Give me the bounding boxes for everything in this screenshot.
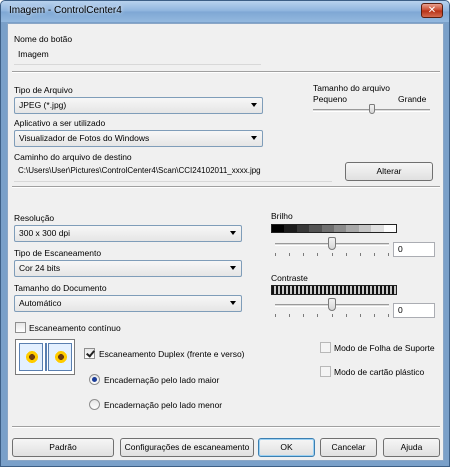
scan-type-select[interactable]: Cor 24 bits <box>14 260 242 277</box>
destination-path-field[interactable]: C:\Users\User\Pictures\ControlCenter4\Sc… <box>14 163 332 182</box>
file-size-thumb[interactable] <box>368 104 375 114</box>
plastic-card-checkbox[interactable] <box>320 366 331 377</box>
carrier-sheet-checkbox[interactable] <box>320 342 331 353</box>
chevron-down-icon <box>251 103 257 107</box>
application-label: Aplicativo a ser utilizado <box>14 118 106 128</box>
file-size-label: Tamanho do arquivo <box>313 83 391 93</box>
long-edge-label: Encadernação pelo lado maior <box>104 375 220 385</box>
separator-3 <box>12 426 440 428</box>
file-type-value: JPEG (*.jpg) <box>19 100 67 110</box>
resolution-value: 300 x 300 dpi <box>19 228 71 238</box>
contrast-label: Contraste <box>271 273 308 283</box>
brightness-slider[interactable] <box>271 237 393 259</box>
file-type-label: Tipo de Arquivo <box>14 85 73 95</box>
duplex-book-icon <box>15 339 75 375</box>
ok-button[interactable]: OK <box>258 438 315 457</box>
separator-1 <box>12 71 440 73</box>
continuous-scan-checkbox[interactable] <box>15 322 26 333</box>
chevron-down-icon <box>230 301 236 305</box>
contrast-thumb[interactable] <box>328 298 336 311</box>
window-title: Imagem - ControlCenter4 <box>9 5 122 16</box>
chevron-down-icon <box>230 231 236 235</box>
brightness-gradient <box>271 224 397 233</box>
resolution-select[interactable]: 300 x 300 dpi <box>14 225 242 242</box>
short-edge-label: Encadernação pelo lado menor <box>104 400 223 410</box>
document-size-label: Tamanho do Documento <box>14 283 107 293</box>
chevron-down-icon <box>251 136 257 140</box>
file-size-slider[interactable] <box>313 104 430 118</box>
cancel-button[interactable]: Cancelar <box>320 438 377 457</box>
dialog-body: Nome do botão Imagem Tipo de Arquivo JPE… <box>7 23 444 461</box>
title-bar[interactable]: Imagem - ControlCenter4 ✕ <box>1 1 449 22</box>
application-select[interactable]: Visualizador de Fotos do Windows <box>14 130 263 147</box>
help-button[interactable]: Ajuda <box>383 438 440 457</box>
change-path-button[interactable]: Alterar <box>345 162 433 181</box>
close-button[interactable]: ✕ <box>421 3 443 18</box>
dialog-window: Imagem - ControlCenter4 ✕ Nome do botão … <box>0 0 450 467</box>
plastic-card-label: Modo de cartão plástico <box>334 367 425 377</box>
document-size-value: Automático <box>19 298 62 308</box>
default-button[interactable]: Padrão <box>12 438 114 457</box>
brightness-thumb[interactable] <box>328 237 336 250</box>
document-size-select[interactable]: Automático <box>14 295 242 312</box>
file-size-min-label: Pequeno <box>313 94 348 104</box>
duplex-scan-label: Escaneamento Duplex (frente e verso) <box>99 349 245 359</box>
scan-type-label: Tipo de Escaneamento <box>14 248 102 258</box>
long-edge-radio[interactable] <box>89 374 100 385</box>
destination-label: Caminho do arquivo de destino <box>14 152 132 162</box>
contrast-pattern <box>271 285 397 295</box>
brightness-label: Brilho <box>271 211 293 221</box>
resolution-label: Resolução <box>14 213 55 223</box>
file-size-max-label: Grande <box>398 94 427 104</box>
scan-settings-button[interactable]: Configurações de escaneamento <box>120 438 254 457</box>
chevron-down-icon <box>230 266 236 270</box>
scan-type-value: Cor 24 bits <box>19 263 61 273</box>
button-name-label: Nome do botão <box>14 34 73 44</box>
carrier-sheet-label: Modo de Folha de Suporte <box>334 343 435 353</box>
application-value: Visualizador de Fotos do Windows <box>19 133 150 143</box>
file-type-select[interactable]: JPEG (*.jpg) <box>14 97 263 114</box>
contrast-value-field[interactable]: 0 <box>393 303 435 318</box>
brightness-value-field[interactable]: 0 <box>393 242 435 257</box>
separator-2 <box>12 186 440 188</box>
contrast-slider[interactable] <box>271 298 393 320</box>
duplex-scan-checkbox[interactable] <box>84 348 95 359</box>
short-edge-radio[interactable] <box>89 399 100 410</box>
button-name-field[interactable]: Imagem <box>14 46 261 65</box>
continuous-scan-label: Escaneamento contínuo <box>29 323 121 333</box>
